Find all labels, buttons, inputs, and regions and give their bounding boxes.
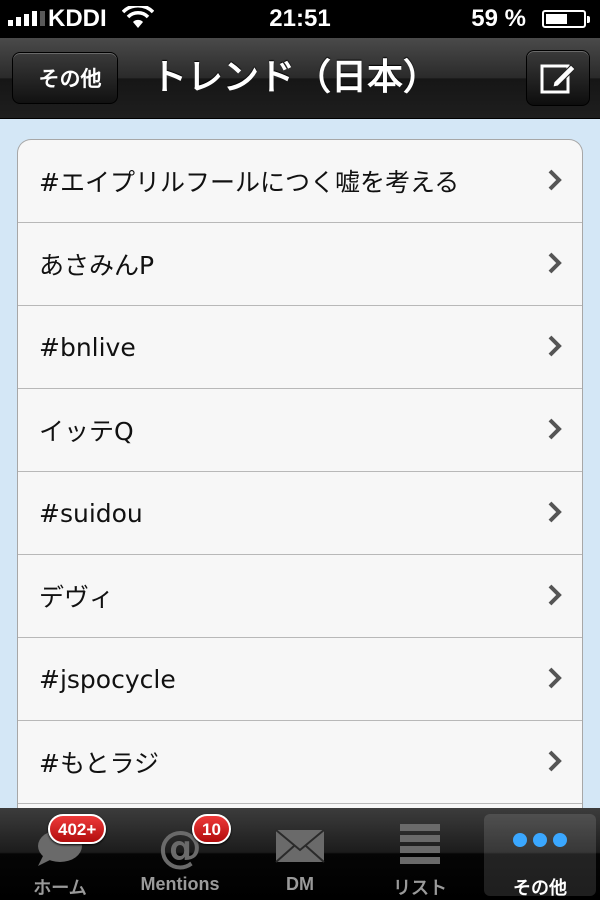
- battery-percent: 59 %: [471, 5, 526, 32]
- tab-more-label: その他: [513, 878, 567, 898]
- navigation-bar: その他 トレンド（日本）: [0, 38, 600, 119]
- chevron-right-icon: [548, 667, 562, 689]
- chevron-right-icon: [548, 335, 562, 357]
- tab-lists-label: リスト: [393, 878, 447, 898]
- trend-label: イッテQ: [39, 417, 134, 446]
- chevron-right-icon: [548, 584, 562, 606]
- more-dots-icon: [480, 820, 600, 870]
- trend-row[interactable]: あさみんP: [18, 223, 582, 306]
- tab-mentions-label: Mentions: [140, 874, 220, 894]
- trend-row[interactable]: #もとラジ: [18, 721, 582, 804]
- back-button-label: その他: [38, 67, 102, 91]
- trend-row[interactable]: #bnlive: [18, 306, 582, 389]
- tab-home[interactable]: 402+ ホーム: [0, 808, 120, 900]
- list-icon: [360, 820, 480, 870]
- trend-row[interactable]: デヴィ: [18, 555, 582, 638]
- tab-dm-label: DM: [286, 874, 314, 894]
- compose-icon: [540, 64, 576, 94]
- home-badge: 402+: [48, 814, 107, 844]
- tab-home-label: ホーム: [33, 878, 87, 898]
- trend-row[interactable]: #jspocycle: [18, 638, 582, 721]
- trend-label: #もとラジ: [39, 749, 159, 778]
- trend-label: #bnlive: [39, 332, 136, 362]
- trend-label: #エイプリルフールにつく嘘を考える: [39, 168, 460, 197]
- status-bar: KDDI 21:51 59 %: [0, 0, 600, 38]
- envelope-icon: [240, 820, 360, 870]
- compose-button[interactable]: [526, 50, 590, 106]
- trend-label: #jspocycle: [39, 664, 176, 694]
- back-button[interactable]: その他: [12, 52, 118, 104]
- chevron-right-icon: [548, 750, 562, 772]
- trend-row[interactable]: #suidou: [18, 472, 582, 555]
- tab-more[interactable]: その他: [480, 808, 600, 900]
- tab-bar: 402+ ホーム @ 10 Mentions DM リスト その他: [0, 808, 600, 900]
- chevron-right-icon: [548, 418, 562, 440]
- trend-label: #suidou: [39, 498, 143, 528]
- mentions-badge: 10: [192, 814, 231, 844]
- trend-row[interactable]: #エイプリルフールにつく嘘を考える: [18, 140, 582, 223]
- page-title: トレンド（日本）: [150, 57, 439, 98]
- chevron-right-icon: [548, 169, 562, 191]
- trends-list: #エイプリルフールにつく嘘を考える あさみんP #bnlive イッテQ #suidou…: [17, 139, 583, 839]
- trend-row[interactable]: イッテQ: [18, 389, 582, 472]
- trend-label: デヴィ: [39, 583, 115, 612]
- chevron-right-icon: [548, 252, 562, 274]
- tab-mentions[interactable]: @ 10 Mentions: [120, 808, 240, 900]
- tab-lists[interactable]: リスト: [360, 808, 480, 900]
- trend-label: あさみんP: [39, 251, 155, 280]
- chevron-right-icon: [548, 501, 562, 523]
- battery-icon: [542, 10, 590, 28]
- tab-dm[interactable]: DM: [240, 808, 360, 900]
